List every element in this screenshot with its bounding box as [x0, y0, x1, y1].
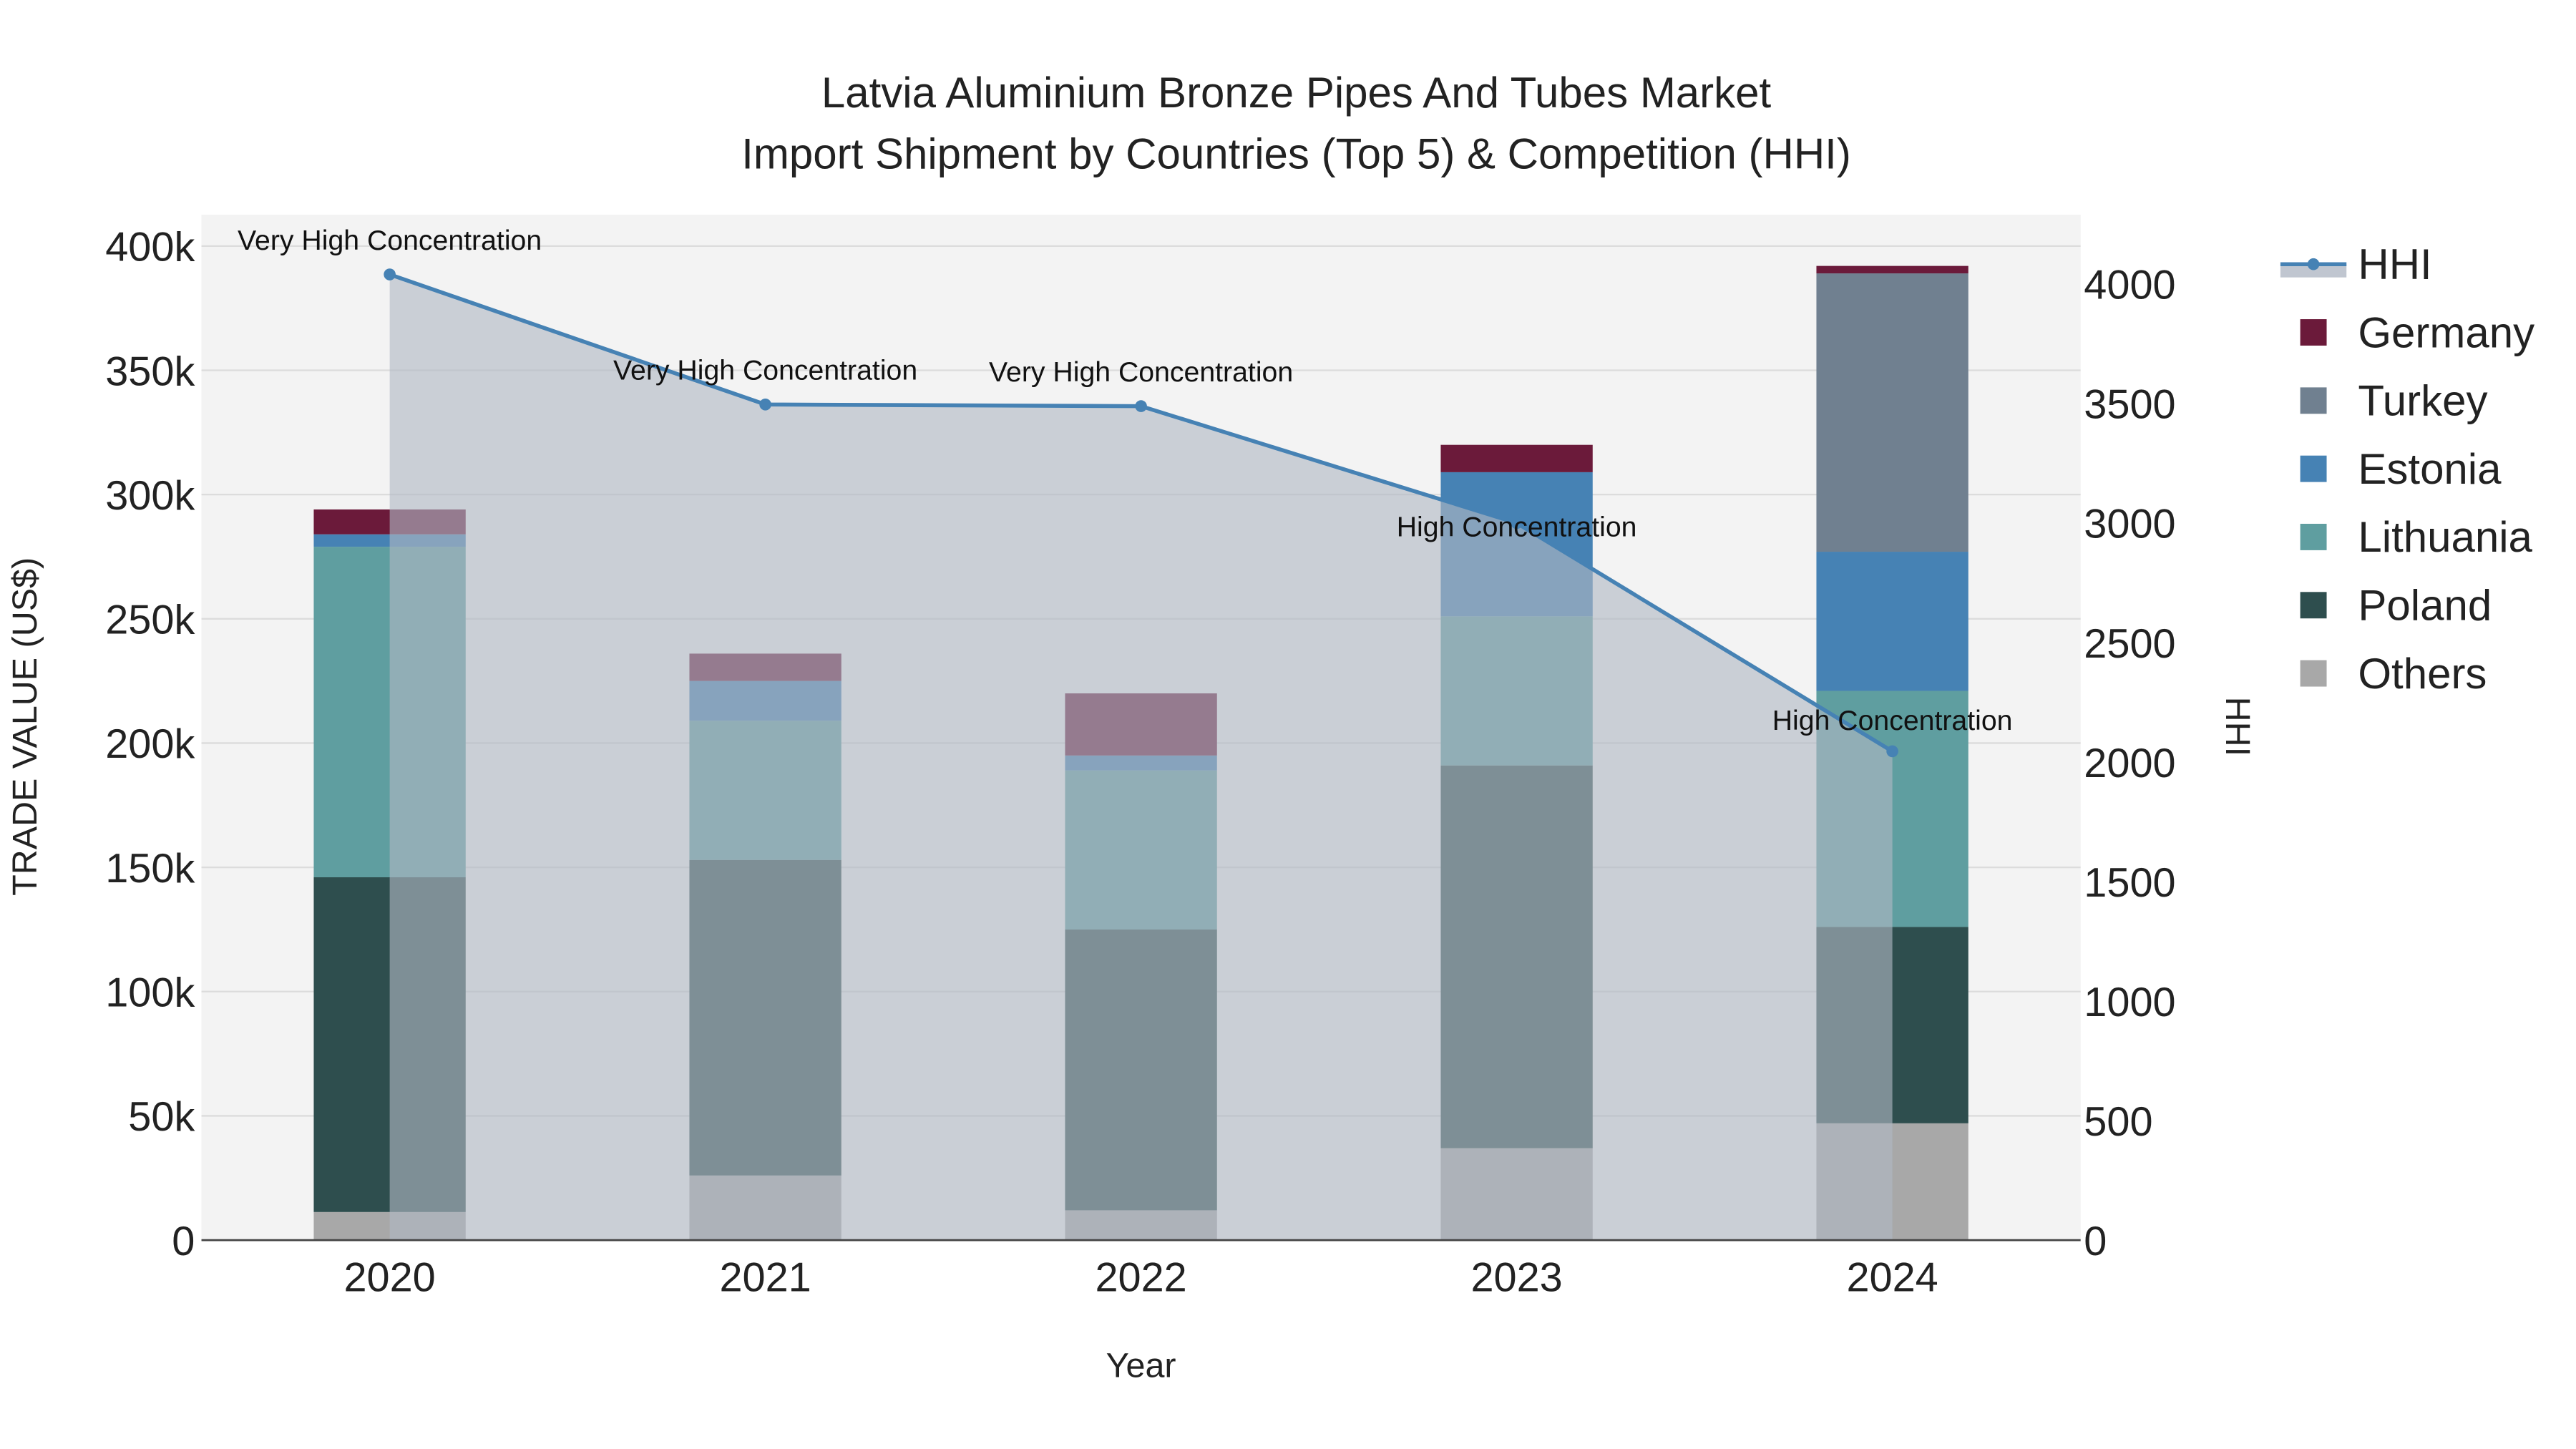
chart: Latvia Aluminium Bronze Pipes And Tubes …	[0, 0, 2576, 1449]
y-axis-title: TRADE VALUE (US$)	[6, 557, 44, 896]
y-tick-label: 300k	[105, 473, 195, 519]
y-tick-label: 150k	[105, 846, 195, 892]
y2-tick-label: 1500	[2084, 860, 2175, 906]
bar-turkey-2024	[1816, 273, 1968, 552]
y-tick-label: 100k	[105, 970, 195, 1016]
hhi-point-2022	[1135, 400, 1147, 412]
legend-swatch-estonia	[2300, 455, 2327, 482]
x-tick-label: 2024	[1846, 1255, 1938, 1301]
hhi-point-2024	[1886, 745, 1898, 758]
legend-label-poland: Poland	[2358, 582, 2492, 630]
legend-swatch-poland	[2300, 592, 2327, 619]
hhi-annotation: High Concentration	[1772, 705, 2013, 736]
bar-estonia-2024	[1816, 552, 1968, 691]
legend-swatch-others	[2300, 660, 2327, 687]
y-tick-label: 50k	[128, 1094, 195, 1140]
bar-germany-2024	[1816, 265, 1968, 274]
hhi-annotation: Very High Concentration	[989, 356, 1293, 388]
y-tick-label: 250k	[105, 597, 195, 643]
y2-axis-title: HHI	[2218, 697, 2257, 756]
y-tick-label: 0	[172, 1219, 195, 1264]
hhi-annotation: Very High Concentration	[238, 225, 542, 256]
legend-label-estonia: Estonia	[2358, 445, 2502, 493]
chart-title-line2: Import Shipment by Countries (Top 5) & C…	[741, 130, 1851, 177]
y2-tick-label: 2000	[2084, 741, 2175, 786]
y2-tick-label: 1000	[2084, 980, 2175, 1025]
y-tick-label: 200k	[105, 721, 195, 767]
x-tick-label: 2022	[1095, 1255, 1186, 1301]
y-tick-label: 350k	[105, 348, 195, 394]
x-axis-title: Year	[1106, 1347, 1176, 1385]
legend-label-lithuania: Lithuania	[2358, 513, 2532, 561]
hhi-point-2021	[759, 398, 771, 411]
x-tick-label: 2021	[719, 1255, 811, 1301]
y2-tick-label: 3500	[2084, 382, 2175, 428]
legend-swatch-germany	[2300, 319, 2327, 346]
legend-hhi-marker-icon	[2307, 258, 2320, 270]
y2-tick-label: 0	[2084, 1219, 2107, 1264]
y2-tick-label: 500	[2084, 1099, 2152, 1145]
legend-label-hhi: HHI	[2358, 240, 2431, 288]
legend-label-germany: Germany	[2358, 308, 2534, 356]
y2-tick-label: 4000	[2084, 263, 2175, 308]
y2-tick-label: 2500	[2084, 621, 2175, 667]
legend-label-turkey: Turkey	[2358, 377, 2487, 425]
y2-tick-label: 3000	[2084, 502, 2175, 547]
legend-swatch-lithuania	[2300, 524, 2327, 550]
hhi-point-2020	[384, 268, 396, 280]
x-tick-label: 2020	[343, 1255, 435, 1301]
hhi-annotation: Very High Concentration	[613, 355, 917, 386]
x-tick-label: 2023	[1470, 1255, 1562, 1301]
legend-label-others: Others	[2358, 650, 2487, 698]
legend-swatch-turkey	[2300, 387, 2327, 414]
chart-title-line1: Latvia Aluminium Bronze Pipes And Tubes …	[821, 69, 1772, 117]
y-tick-label: 400k	[105, 225, 195, 270]
bar-germany-2023	[1440, 444, 1593, 472]
hhi-annotation: High Concentration	[1397, 511, 1637, 542]
